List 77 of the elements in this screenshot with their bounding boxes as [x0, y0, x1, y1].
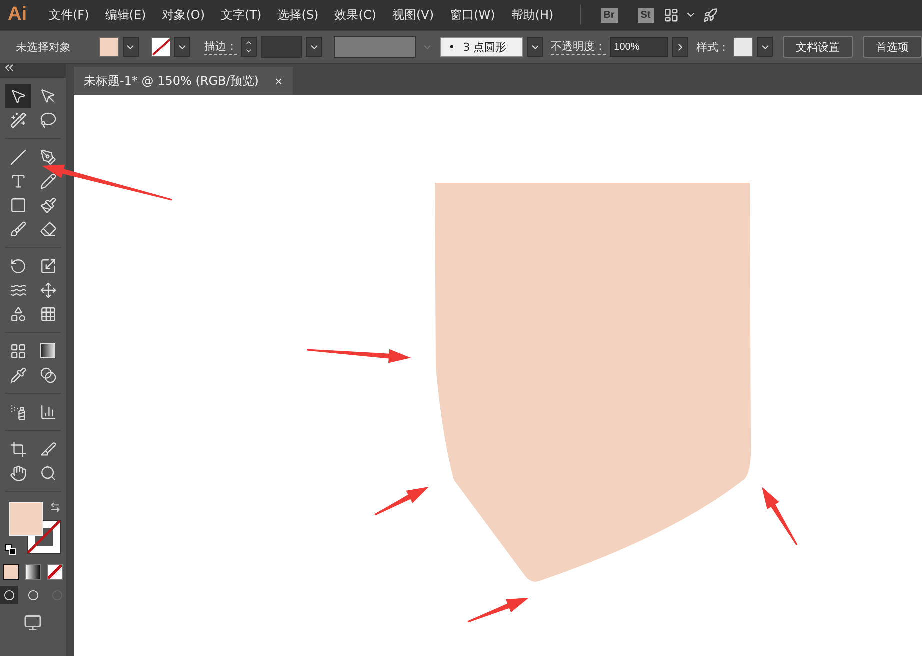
menu-item[interactable]: 文件(F) [49, 6, 90, 24]
none-mode-button[interactable] [47, 564, 63, 580]
stroke-weight-spinner[interactable] [241, 37, 258, 57]
style-swatch[interactable] [733, 37, 753, 57]
slice-icon [40, 440, 56, 458]
brush-definition-field[interactable]: • 3 点圆形 [440, 37, 524, 57]
collapse-panel-icon[interactable] [0, 64, 66, 78]
pen-icon [40, 148, 56, 166]
brush-dropdown[interactable] [527, 37, 544, 57]
fill-dropdown[interactable] [122, 37, 139, 57]
pointer-arrow [374, 487, 429, 516]
direct-selection-icon [40, 88, 56, 104]
menu-item[interactable]: 编辑(E) [105, 6, 146, 24]
screen-mode-icon[interactable] [24, 614, 42, 632]
paintbrush-icon [40, 196, 56, 214]
stroke-weight-dropdown[interactable] [306, 37, 322, 57]
control-bar-button[interactable]: 文档设置 [783, 36, 854, 58]
eyedropper-icon [10, 366, 26, 384]
workspace-layout-icon[interactable] [664, 8, 679, 22]
graph-icon [40, 404, 56, 420]
perspective-grid-icon [40, 306, 56, 322]
document-tab[interactable]: 未标题-1* @ 150% (RGB/预览) × [74, 67, 293, 95]
style-label: 样式： [696, 40, 730, 54]
style-dropdown[interactable] [756, 37, 774, 57]
eraser-icon [40, 220, 56, 238]
menu-item[interactable]: 效果(C) [334, 6, 376, 24]
up-caret-icon [245, 39, 254, 47]
menu-item[interactable]: 视图(V) [392, 6, 434, 24]
pencil-icon [40, 172, 56, 190]
default-colors-icon[interactable] [5, 544, 16, 555]
menu-item[interactable]: 帮助(H) [511, 6, 554, 24]
blob-brush-icon [10, 220, 26, 238]
circle-icon [4, 590, 14, 600]
opacity-label[interactable]: 不透明度： [551, 39, 606, 55]
selection-status: 未选择对象 [16, 40, 71, 54]
pointer-arrow [762, 487, 798, 546]
rocket-icon[interactable] [702, 8, 718, 22]
caret-icon [245, 47, 254, 55]
rotate-icon [10, 258, 26, 274]
menu-item[interactable]: 窗口(W) [450, 6, 496, 24]
pointer-arrow [468, 598, 529, 623]
hand-icon [10, 464, 26, 482]
fill-swatch[interactable] [99, 37, 119, 57]
lasso-icon [40, 112, 56, 128]
free-transform-icon [40, 282, 56, 298]
symbol-sprayer-icon [10, 404, 26, 420]
stroke-label[interactable]: 描边： [204, 39, 238, 55]
blend-icon [40, 366, 56, 384]
close-tab-button[interactable]: × [275, 74, 283, 88]
selection-icon [10, 88, 26, 104]
control-bar-button[interactable]: 首选项 [863, 36, 922, 58]
selection-tool[interactable] [5, 84, 31, 108]
circle-icon [28, 590, 38, 600]
variable-width-profile-field[interactable] [334, 36, 416, 58]
line-icon [10, 148, 26, 166]
color-mode-button[interactable] [3, 564, 19, 580]
menu-item[interactable]: 文字(T) [221, 6, 262, 24]
gradient-mode-button[interactable] [25, 564, 41, 580]
zoom-icon [40, 464, 56, 482]
fill-color-swatch[interactable] [9, 502, 43, 536]
magic-wand-icon [10, 112, 26, 128]
opacity-field[interactable]: 100% [610, 37, 668, 57]
menu-item[interactable]: 选择(S) [278, 6, 319, 24]
swap-colors-icon[interactable] [50, 502, 61, 513]
gradient-icon [40, 343, 56, 359]
menu-item[interactable]: 对象(O) [162, 6, 206, 24]
app-logo: Ai [8, 4, 27, 26]
stroke-swatch-icon[interactable] [150, 37, 170, 57]
app-launcher-button[interactable]: St [638, 8, 654, 22]
type-icon [10, 172, 26, 190]
shape-builder-icon [10, 306, 26, 322]
stroke-dropdown[interactable] [174, 37, 190, 57]
rectangle-icon [10, 196, 26, 214]
app-launcher-button[interactable]: Br [600, 8, 618, 22]
draw-mode-button[interactable] [0, 586, 18, 604]
stroke-weight-field[interactable] [261, 36, 302, 58]
scale-icon [40, 258, 56, 274]
